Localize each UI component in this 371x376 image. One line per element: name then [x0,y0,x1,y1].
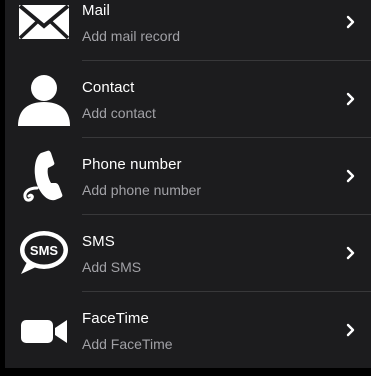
list-item-contact[interactable]: Contact Add contact [5,61,371,138]
record-type-panel: Mail Add mail record Contact Add contact [5,0,371,376]
list-item-subtitle: Add mail record [82,28,181,44]
bottom-edge [5,368,371,376]
list-item-subtitle: Add SMS [82,259,142,275]
record-type-list: Mail Add mail record Contact Add contact [5,0,371,369]
person-icon [15,71,73,129]
list-item-subtitle: Add phone number [82,182,202,198]
sms-icon-glyph: SMS [30,243,59,258]
list-item-subtitle: Add FaceTime [82,336,173,352]
chevron-right-icon [346,246,355,260]
phone-icon [15,148,73,206]
list-item-mail[interactable]: Mail Add mail record [5,0,371,61]
list-item-phone-number[interactable]: Phone number Add phone number [5,138,371,215]
sms-icon: SMS [15,225,73,283]
chevron-right-icon [346,169,355,183]
chevron-right-icon [346,323,355,337]
chevron-right-icon [346,15,355,29]
list-item-sms[interactable]: SMS SMS Add SMS [5,215,371,292]
list-item-title: Mail [82,2,110,19]
list-item-title: Phone number [82,156,182,173]
facetime-icon [15,302,73,360]
list-item-facetime[interactable]: FaceTime Add FaceTime [5,292,371,369]
list-item-subtitle: Add contact [82,105,156,121]
list-item-title: FaceTime [82,310,149,327]
chevron-right-icon [346,92,355,106]
list-item-title: Contact [82,79,135,96]
list-item-title: SMS [82,233,115,250]
mail-icon [15,0,73,52]
